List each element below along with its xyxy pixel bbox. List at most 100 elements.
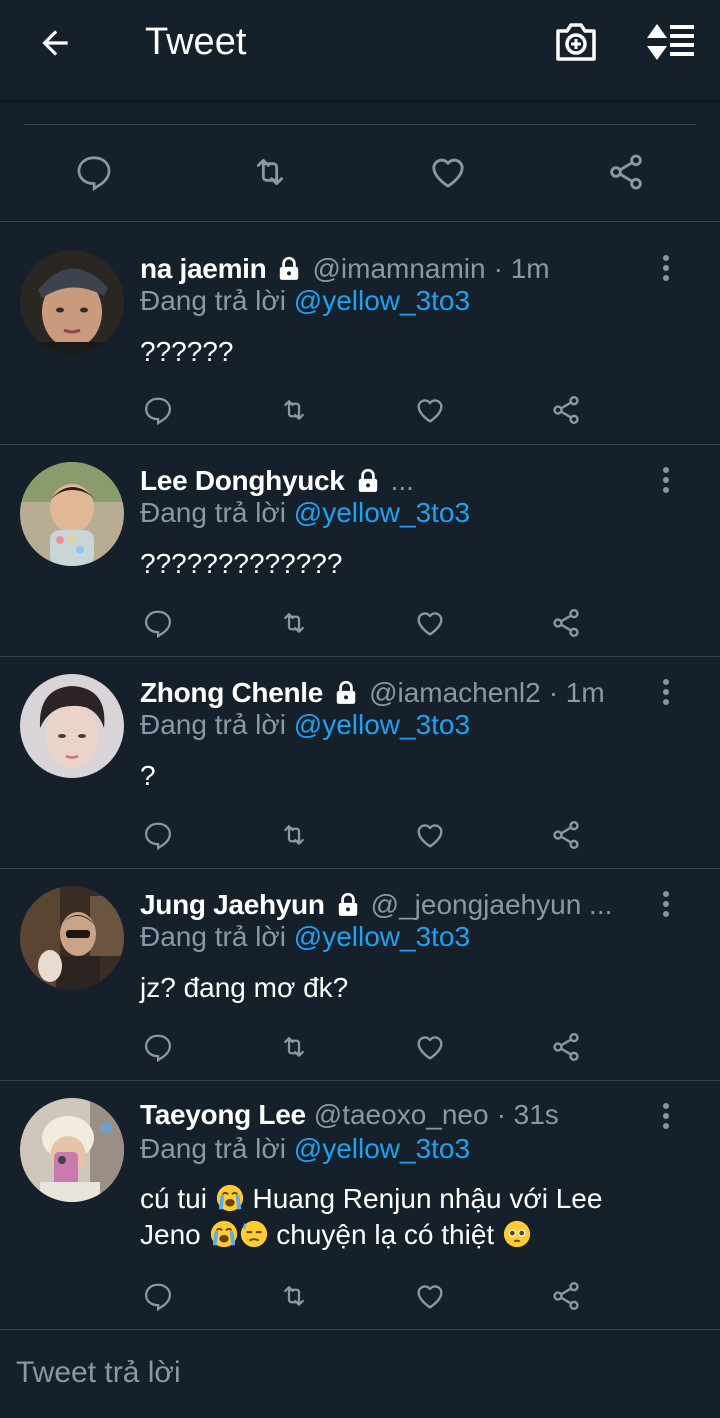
tweet-text: cú tui Huang Renjun nhậu với Lee Jeno ch…: [140, 1181, 660, 1253]
comment-icon: [144, 822, 172, 850]
retweet-icon: [284, 400, 304, 420]
heart-icon: [417, 612, 443, 636]
avatar[interactable]: [20, 462, 124, 566]
tweet-text: ??????: [140, 336, 234, 367]
reply-tweet[interactable]: na jaemin @imamnamin · 1m Đang trả lời @…: [0, 222, 720, 445]
retweet-icon: [284, 825, 304, 845]
username-handle: @imamnamin: [312, 253, 486, 284]
reply-input[interactable]: Tweet trả lời: [16, 1356, 181, 1390]
tweet-text-part: Huang Renjun nhậu với Lee: [252, 1183, 603, 1214]
share-button[interactable]: [546, 815, 586, 855]
like-button[interactable]: [410, 815, 450, 855]
display-name[interactable]: na jaemin: [140, 253, 267, 285]
avatar[interactable]: [20, 886, 124, 990]
more-options-button[interactable]: [654, 1098, 678, 1134]
more-options-button[interactable]: [654, 886, 678, 922]
more-vertical-icon: [663, 255, 669, 281]
reply-button[interactable]: [138, 815, 178, 855]
reply-button[interactable]: [138, 603, 178, 643]
username-handle: @taeoxo_neo: [313, 1099, 489, 1130]
top-app-bar: Tweet: [0, 0, 720, 100]
main-tweet-actions: [0, 100, 720, 222]
replying-to-label: Đang trả lời: [140, 709, 286, 740]
replying-to: Đang trả lời @yellow_3to3: [140, 709, 470, 741]
like-button[interactable]: [410, 390, 450, 430]
comment-icon: [77, 156, 111, 191]
retweet-button[interactable]: [274, 390, 314, 430]
reply-button[interactable]: [138, 1027, 178, 1067]
lock-icon: [331, 678, 361, 708]
more-vertical-icon: [663, 679, 669, 705]
tweet-actions: [0, 390, 720, 430]
share-icon: [553, 396, 579, 424]
tweet-actions: [0, 1276, 720, 1316]
display-name[interactable]: Taeyong Lee: [140, 1099, 306, 1131]
replying-to: Đang trả lời @yellow_3to3: [140, 497, 470, 529]
divider: [24, 124, 696, 125]
share-button[interactable]: [546, 603, 586, 643]
mention-link[interactable]: @yellow_3to3: [294, 497, 470, 528]
like-button[interactable]: [426, 150, 470, 194]
page-title: Tweet: [145, 21, 247, 63]
reply-button[interactable]: [72, 150, 116, 194]
like-button[interactable]: [410, 1027, 450, 1067]
avatar[interactable]: [20, 674, 124, 778]
tweet-text: ?: [140, 760, 156, 791]
retweet-button[interactable]: [274, 1276, 314, 1316]
share-icon: [553, 1033, 579, 1061]
reply-tweet[interactable]: Taeyong Lee @taeoxo_neo · 31s Đang trả l…: [0, 1081, 720, 1330]
mention-link[interactable]: @yellow_3to3: [294, 1133, 470, 1164]
tweet-text-part: cú tui: [140, 1183, 207, 1214]
share-button[interactable]: [546, 390, 586, 430]
display-name[interactable]: Jung Jaehyun: [140, 889, 325, 921]
mention-link[interactable]: @yellow_3to3: [294, 285, 470, 316]
back-button[interactable]: [30, 18, 80, 68]
downcast-face-with-sweat-icon: [240, 1220, 267, 1248]
avatar[interactable]: [20, 1098, 124, 1202]
like-button[interactable]: [410, 1276, 450, 1316]
share-button[interactable]: [546, 1276, 586, 1316]
reply-button[interactable]: [138, 1276, 178, 1316]
tweet-text-part: Jeno: [140, 1219, 201, 1250]
comment-icon: [144, 610, 172, 638]
tweet-actions: [0, 815, 720, 855]
retweet-icon: [284, 613, 304, 633]
sort-button[interactable]: [642, 16, 700, 68]
reply-button[interactable]: [138, 390, 178, 430]
replying-to-label: Đang trả lời: [140, 285, 286, 316]
mention-link[interactable]: @yellow_3to3: [294, 709, 470, 740]
camera-plus-icon: [556, 23, 596, 61]
retweet-button[interactable]: [274, 1027, 314, 1067]
display-name[interactable]: Lee Donghyuck: [140, 465, 345, 497]
reply-tweet[interactable]: Jung Jaehyun @_jeongjaehyun ... Đang trả…: [0, 869, 720, 1081]
username-handle: @_jeongjaehyun ...: [370, 889, 613, 920]
retweet-icon: [284, 1037, 304, 1057]
like-button[interactable]: [410, 603, 450, 643]
share-icon: [553, 821, 579, 849]
share-button[interactable]: [604, 150, 648, 194]
reply-tweet[interactable]: Lee Donghyuck ... Đang trả lời @yellow_3…: [0, 445, 720, 657]
timestamp: · 31s: [496, 1099, 559, 1130]
display-name[interactable]: Zhong Chenle: [140, 677, 323, 709]
more-options-button[interactable]: [654, 462, 678, 498]
camera-button[interactable]: [550, 16, 602, 68]
retweet-button[interactable]: [274, 603, 314, 643]
more-vertical-icon: [663, 1103, 669, 1129]
reply-tweet[interactable]: Zhong Chenle @iamachenl2 · 1m Đang trả l…: [0, 657, 720, 869]
mention-link[interactable]: @yellow_3to3: [294, 921, 470, 952]
retweet-button[interactable]: [248, 150, 292, 194]
retweet-button[interactable]: [274, 815, 314, 855]
tweet-header: na jaemin @imamnamin · 1m: [140, 251, 640, 287]
share-icon: [553, 1282, 579, 1310]
heart-icon: [417, 1285, 443, 1309]
more-options-button[interactable]: [654, 674, 678, 710]
avatar[interactable]: [20, 250, 124, 354]
loudly-crying-face-icon: [216, 1184, 243, 1212]
share-button[interactable]: [546, 1027, 586, 1067]
more-options-button[interactable]: [654, 250, 678, 286]
comment-icon: [144, 397, 172, 425]
replying-to: Đang trả lời @yellow_3to3: [140, 285, 470, 317]
replying-to: Đang trả lời @yellow_3to3: [140, 1133, 470, 1165]
heart-icon: [417, 399, 443, 423]
replying-to-label: Đang trả lời: [140, 921, 286, 952]
